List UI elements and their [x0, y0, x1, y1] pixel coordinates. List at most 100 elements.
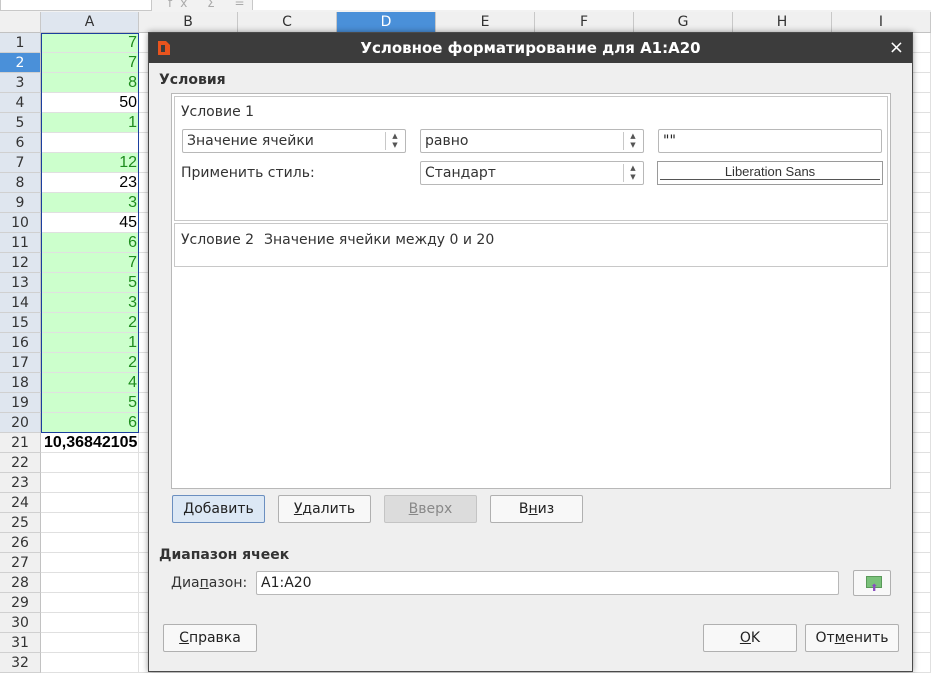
row-header-9[interactable]: 9: [0, 193, 41, 213]
cell-a15[interactable]: 2: [41, 313, 139, 332]
column-header-g[interactable]: G: [634, 12, 733, 32]
row-header-23[interactable]: 23: [0, 473, 41, 493]
cell-a27[interactable]: [41, 553, 139, 572]
row-header-24[interactable]: 24: [0, 493, 41, 513]
row-header-12[interactable]: 12: [0, 253, 41, 273]
cell-a20[interactable]: 6: [41, 413, 139, 432]
row-header-8[interactable]: 8: [0, 173, 41, 193]
row-header-26[interactable]: 26: [0, 533, 41, 553]
ok-button[interactable]: ОK: [703, 624, 797, 652]
cell-a18[interactable]: 4: [41, 373, 139, 392]
column-header-d[interactable]: D: [337, 12, 436, 32]
cell-a8[interactable]: 23: [41, 173, 139, 192]
cancel-label-pre: От: [815, 630, 835, 646]
cell-a29[interactable]: [41, 593, 139, 612]
column-header-i[interactable]: I: [832, 12, 931, 32]
formula-input[interactable]: [252, 0, 931, 10]
cell-a12[interactable]: 7: [41, 253, 139, 272]
cell-a13[interactable]: 5: [41, 273, 139, 292]
cell-a14[interactable]: 3: [41, 293, 139, 312]
add-button[interactable]: Добавить: [172, 495, 265, 523]
cell-a6[interactable]: [41, 133, 139, 152]
shrink-range-button[interactable]: ⬆: [853, 570, 891, 596]
row-header-17[interactable]: 17: [0, 353, 41, 373]
cell-a32[interactable]: [41, 653, 139, 672]
row-header-7[interactable]: 7: [0, 153, 41, 173]
row-header-29[interactable]: 29: [0, 593, 41, 613]
row-header-14[interactable]: 14: [0, 293, 41, 313]
cell-a31[interactable]: [41, 633, 139, 652]
cell-a1[interactable]: 7: [41, 33, 139, 52]
row-header-6[interactable]: 6: [0, 133, 41, 153]
cancel-button[interactable]: Отменить: [805, 624, 899, 652]
cell-a23[interactable]: [41, 473, 139, 492]
row-header-11[interactable]: 11: [0, 233, 41, 253]
range-label-pre: Диа: [171, 575, 200, 591]
move-up-button[interactable]: Вверх: [384, 495, 477, 523]
cell-a9[interactable]: 3: [41, 193, 139, 212]
condition-1-panel[interactable]: Условие 1 Значение ячейки ▲ ▼ равно ▲ ▼ ""…: [174, 96, 888, 221]
row-header-22[interactable]: 22: [0, 453, 41, 473]
column-header-f[interactable]: F: [535, 12, 634, 32]
condition-value-input[interactable]: "": [658, 129, 882, 153]
row-header-21[interactable]: 21: [0, 433, 41, 453]
cell-a28[interactable]: [41, 573, 139, 592]
formula-icons[interactable]: fx Σ =: [168, 0, 253, 10]
cell-a5[interactable]: 1: [41, 113, 139, 132]
cell-a25[interactable]: [41, 513, 139, 532]
row-header-4[interactable]: 4: [0, 93, 41, 113]
delete-button[interactable]: Удалить: [278, 495, 371, 523]
operator-select[interactable]: равно ▲ ▼: [420, 129, 644, 153]
spin-icon[interactable]: ▲ ▼: [623, 164, 639, 182]
move-down-button[interactable]: Вниз: [490, 495, 583, 523]
row-header-25[interactable]: 25: [0, 513, 41, 533]
cell-a24[interactable]: [41, 493, 139, 512]
cell-a26[interactable]: [41, 533, 139, 552]
cell-a10[interactable]: 45: [41, 213, 139, 232]
row-header-13[interactable]: 13: [0, 273, 41, 293]
cell-a7[interactable]: 12: [41, 153, 139, 172]
spin-icon[interactable]: ▲ ▼: [623, 132, 639, 150]
cell-a3[interactable]: 8: [41, 73, 139, 92]
column-header-c[interactable]: C: [238, 12, 337, 32]
row-header-3[interactable]: 3: [0, 73, 41, 93]
column-header-e[interactable]: E: [436, 12, 535, 32]
row-header-10[interactable]: 10: [0, 213, 41, 233]
row-header-2[interactable]: 2: [0, 53, 41, 73]
column-header-b[interactable]: B: [139, 12, 238, 32]
row-header-15[interactable]: 15: [0, 313, 41, 333]
cell-a19[interactable]: 5: [41, 393, 139, 412]
cell-a21[interactable]: 10,36842105: [41, 433, 139, 452]
cell-a30[interactable]: [41, 613, 139, 632]
range-input[interactable]: A1:A20: [256, 571, 839, 595]
row-header-27[interactable]: 27: [0, 553, 41, 573]
cell-a22[interactable]: [41, 453, 139, 472]
style-select[interactable]: Стандарт ▲ ▼: [420, 161, 644, 185]
dialog-titlebar[interactable]: Условное форматирование для A1:A20 ×: [149, 33, 912, 63]
cell-a4[interactable]: 50: [41, 93, 139, 112]
row-header-1[interactable]: 1: [0, 33, 41, 53]
row-header-18[interactable]: 18: [0, 373, 41, 393]
cell-a17[interactable]: 2: [41, 353, 139, 372]
select-all-corner[interactable]: [0, 12, 41, 32]
row-header-30[interactable]: 30: [0, 613, 41, 633]
close-icon[interactable]: ×: [889, 37, 904, 58]
cell-a2[interactable]: 7: [41, 53, 139, 72]
condition-type-select[interactable]: Значение ячейки ▲ ▼: [182, 129, 406, 153]
spin-icon[interactable]: ▲ ▼: [385, 132, 401, 150]
add-button-mnemonic: Д: [183, 501, 195, 517]
row-header-31[interactable]: 31: [0, 633, 41, 653]
row-header-28[interactable]: 28: [0, 573, 41, 593]
cell-a11[interactable]: 6: [41, 233, 139, 252]
name-box[interactable]: [0, 0, 152, 11]
column-header-h[interactable]: H: [733, 12, 832, 32]
row-header-16[interactable]: 16: [0, 333, 41, 353]
row-header-5[interactable]: 5: [0, 113, 41, 133]
row-header-20[interactable]: 20: [0, 413, 41, 433]
cell-a16[interactable]: 1: [41, 333, 139, 352]
column-header-a[interactable]: A: [41, 12, 139, 32]
condition-2-panel[interactable]: Условие 2 Значение ячейки между 0 и 20: [174, 223, 888, 267]
help-button[interactable]: Справка: [163, 624, 257, 652]
row-header-19[interactable]: 19: [0, 393, 41, 413]
row-header-32[interactable]: 32: [0, 653, 41, 673]
